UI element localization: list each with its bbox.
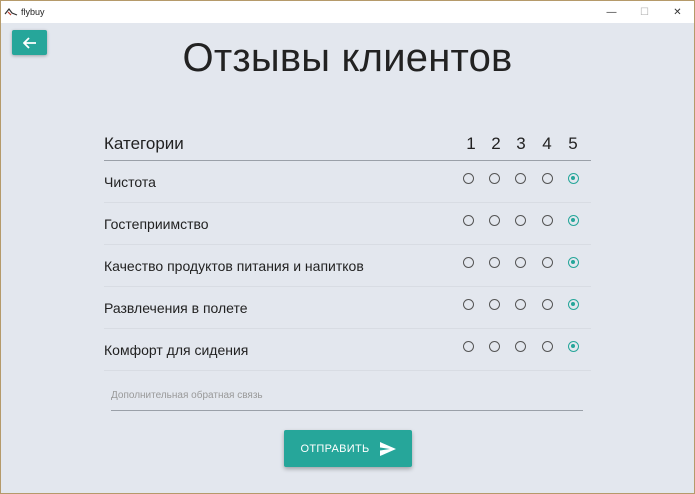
app-window: flybuy — ☐ ✕ Отзывы клиентов Категории 1…: [0, 0, 695, 494]
radio-option[interactable]: [542, 173, 553, 184]
category-label: Комфорт для сидения: [104, 342, 249, 358]
rating-row: Гостеприимство: [104, 203, 591, 245]
scale-label-2: 2: [491, 134, 501, 153]
radio-option[interactable]: [489, 299, 500, 310]
rating-row: Комфорт для сидения: [104, 329, 591, 371]
main-content: Отзывы клиентов Категории 1 2 3 4 5 Чист…: [1, 24, 694, 493]
radio-option[interactable]: [542, 341, 553, 352]
rating-row: Развлечения в полете: [104, 287, 591, 329]
radio-option[interactable]: [463, 215, 474, 226]
radio-option[interactable]: [489, 215, 500, 226]
scale-label-3: 3: [516, 134, 526, 153]
radio-option[interactable]: [515, 341, 526, 352]
radio-option[interactable]: [515, 257, 526, 268]
radio-option[interactable]: [463, 341, 474, 352]
send-icon: [379, 441, 396, 456]
radio-option[interactable]: [542, 299, 553, 310]
submit-label: ОТПРАВИТЬ: [300, 442, 370, 455]
radio-option[interactable]: [568, 173, 579, 184]
category-label: Гостеприимство: [104, 216, 209, 232]
radio-option[interactable]: [489, 173, 500, 184]
radio-option[interactable]: [568, 341, 579, 352]
radio-option[interactable]: [568, 299, 579, 310]
window-controls: — ☐ ✕: [595, 1, 694, 23]
category-label: Развлечения в полете: [104, 300, 248, 316]
close-button[interactable]: ✕: [661, 1, 694, 23]
radio-option[interactable]: [515, 173, 526, 184]
radio-option[interactable]: [568, 257, 579, 268]
radio-option[interactable]: [489, 341, 500, 352]
category-label: Качество продуктов питания и напитков: [104, 258, 364, 274]
maximize-button[interactable]: ☐: [628, 1, 661, 23]
page-title: Отзывы клиентов: [182, 36, 513, 80]
radio-option[interactable]: [463, 173, 474, 184]
radio-option[interactable]: [568, 215, 579, 226]
table-header: Категории 1 2 3 4 5: [104, 128, 591, 161]
flybuy-logo-icon: [4, 8, 18, 16]
rating-table: Категории 1 2 3 4 5 Чистота Гостеприимст…: [104, 128, 591, 371]
radio-option[interactable]: [489, 257, 500, 268]
window-title: flybuy: [21, 7, 45, 17]
rating-row: Чистота: [104, 161, 591, 203]
scale-label-1: 1: [466, 134, 476, 153]
radio-option[interactable]: [542, 257, 553, 268]
scale-label-5: 5: [568, 134, 578, 153]
submit-button[interactable]: ОТПРАВИТЬ: [284, 430, 412, 467]
radio-option[interactable]: [542, 215, 553, 226]
title-bar: flybuy — ☐ ✕: [1, 1, 694, 23]
feedback-input[interactable]: Дополнительная обратная связь: [111, 382, 583, 411]
radio-option[interactable]: [515, 299, 526, 310]
radio-option[interactable]: [463, 257, 474, 268]
category-label: Чистота: [104, 174, 156, 190]
radio-option[interactable]: [463, 299, 474, 310]
categories-header: Категории: [104, 134, 184, 153]
minimize-button[interactable]: —: [595, 1, 628, 23]
radio-option[interactable]: [515, 215, 526, 226]
rating-row: Качество продуктов питания и напитков: [104, 245, 591, 287]
scale-label-4: 4: [542, 134, 552, 153]
